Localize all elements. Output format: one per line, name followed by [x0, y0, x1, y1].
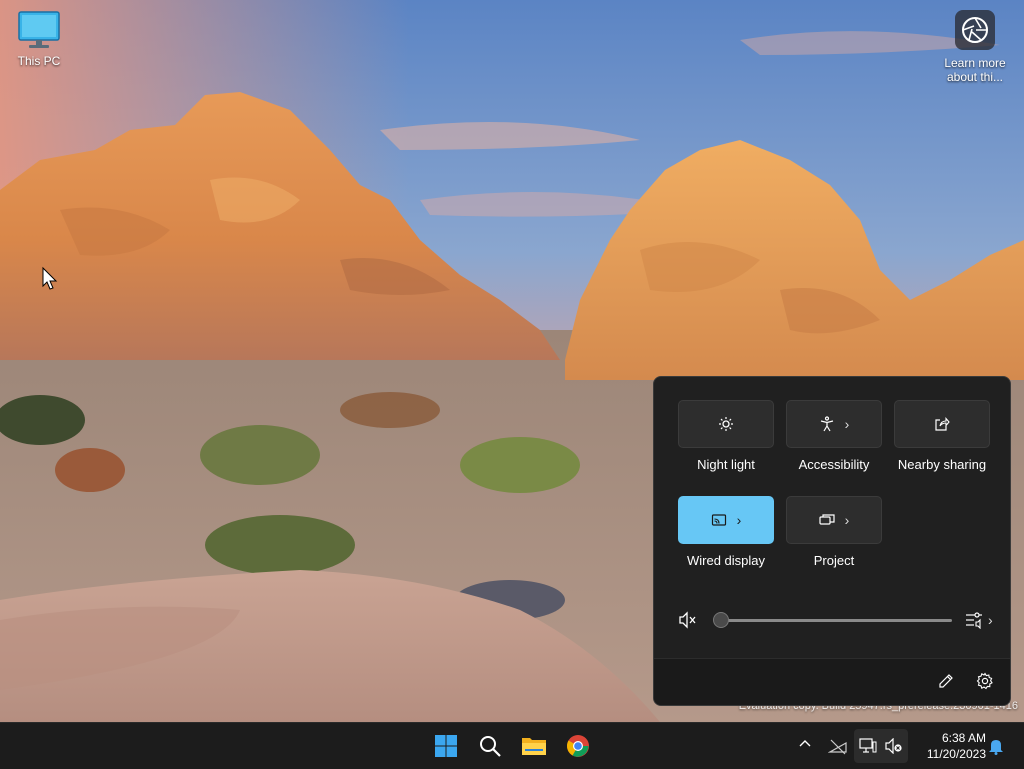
tile-label: Wired display: [686, 553, 766, 568]
tile-label: Nearby sharing: [897, 457, 987, 472]
chevron-right-icon: ›: [988, 612, 993, 628]
project-button[interactable]: ›: [786, 496, 882, 544]
quick-settings-panel: Night light › Accessibility Nearby shari…: [653, 376, 1011, 706]
chrome-icon: [567, 735, 589, 757]
share-icon: [935, 417, 950, 431]
accessibility-button[interactable]: ›: [786, 400, 882, 448]
sound-mixer-icon: [966, 612, 982, 629]
start-icon: [435, 735, 457, 757]
tile-accessibility: › Accessibility: [786, 400, 882, 472]
search-icon: [480, 736, 501, 757]
volume-mixer-button[interactable]: ›: [964, 611, 993, 629]
quick-settings-tray-button[interactable]: [854, 729, 908, 763]
taskbar-clock[interactable]: 6:38 AM 11/20/2023: [914, 730, 986, 762]
edit-pencil-icon[interactable]: [938, 673, 954, 694]
file-explorer-icon: [522, 738, 546, 755]
tile-night-light: Night light: [678, 400, 774, 472]
volume-slider-track[interactable]: [720, 619, 952, 622]
start-button[interactable]: [430, 730, 462, 762]
tile-label: Project: [813, 553, 855, 568]
volume-slider-thumb[interactable]: [713, 612, 729, 628]
network-disconnected-icon[interactable]: [827, 737, 848, 760]
chrome-button[interactable]: [562, 730, 594, 762]
nearby-sharing-toggle[interactable]: [894, 400, 990, 448]
taskbar: 6:38 AM 11/20/2023: [0, 722, 1024, 769]
tile-label: Accessibility: [798, 457, 870, 472]
brightness-icon: [719, 417, 733, 431]
file-explorer-button[interactable]: [518, 730, 550, 762]
notification-bell-icon[interactable]: [988, 737, 1004, 760]
wired-display-button[interactable]: ›: [678, 496, 774, 544]
speaker-muted-icon[interactable]: [678, 611, 698, 634]
settings-gear-icon[interactable]: [976, 672, 994, 695]
tile-project: › Project: [786, 496, 882, 568]
chevron-right-icon: ›: [844, 512, 850, 528]
camera-lens-icon: [955, 10, 995, 50]
chevron-up-icon[interactable]: [798, 737, 812, 756]
volume-row: ›: [678, 609, 993, 634]
clock-time: 6:38 AM: [941, 731, 986, 745]
monitor-icon: [18, 11, 60, 48]
speaker-muted-icon: [885, 738, 902, 754]
chevron-right-icon: ›: [844, 416, 850, 432]
night-light-toggle[interactable]: [678, 400, 774, 448]
accessibility-icon: [820, 416, 833, 432]
desktop-icon-label: This PC: [17, 54, 61, 68]
desktop-icon-this-pc[interactable]: This PC: [4, 10, 74, 68]
chevron-right-icon: ›: [736, 512, 742, 528]
search-button[interactable]: [474, 730, 506, 762]
desktop-icon-learn-more[interactable]: Learn more about thi...: [936, 10, 1014, 84]
tile-wired-display: › Wired display: [678, 496, 774, 568]
display-network-icon: [859, 738, 877, 753]
quick-settings-footer: [654, 658, 1010, 705]
tile-label: Night light: [697, 457, 755, 472]
clock-date: 11/20/2023: [926, 747, 986, 761]
tile-nearby-sharing: Nearby sharing: [894, 400, 990, 472]
desktop-icon-label: Learn more about thi...: [944, 56, 1006, 84]
project-icon: [819, 514, 835, 525]
cast-icon: [711, 514, 726, 526]
